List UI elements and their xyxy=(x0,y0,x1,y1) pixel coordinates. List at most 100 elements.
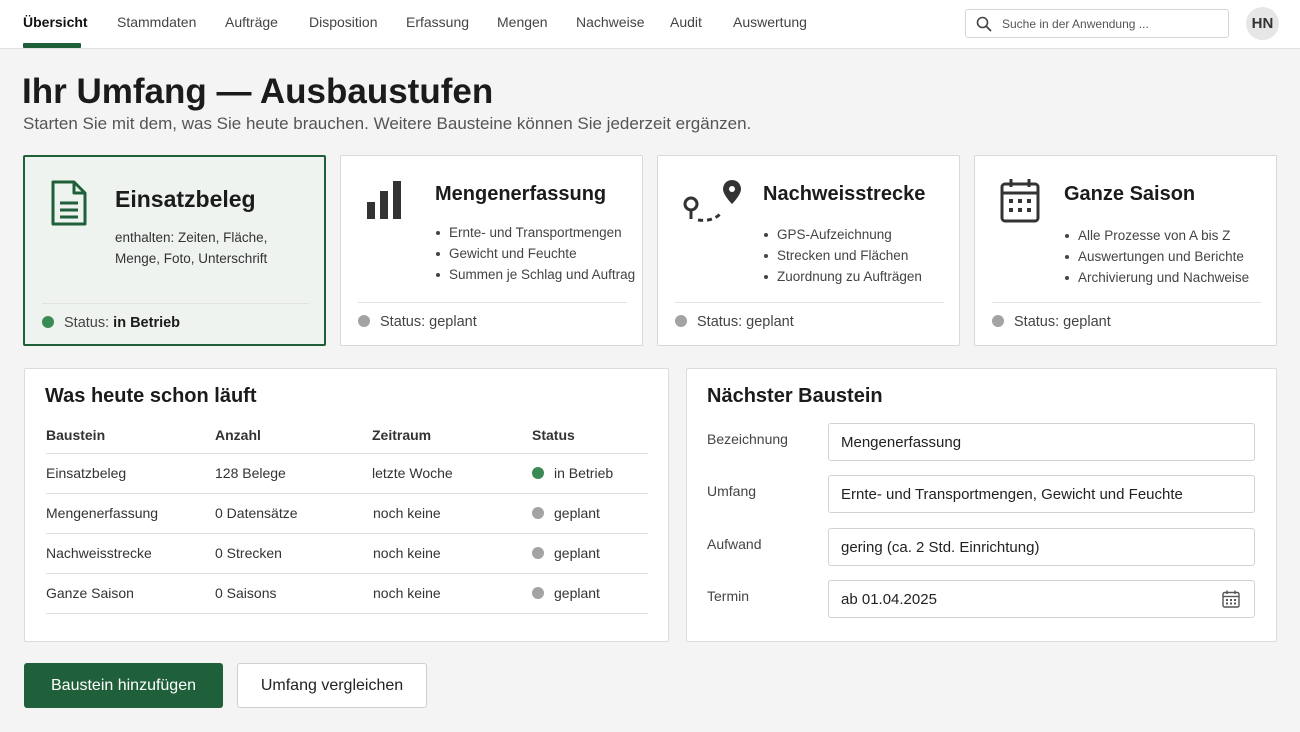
card-feature-list: Alle Prozesse von A bis Z Auswertungen u… xyxy=(1064,225,1249,288)
list-item: Alle Prozesse von A bis Z xyxy=(1064,225,1249,246)
status-label: Status: xyxy=(64,315,110,331)
card-status: Status: geplant xyxy=(675,314,794,330)
field-label: Bezeichnung xyxy=(707,431,788,447)
status-value: geplant xyxy=(429,314,477,330)
card-description: enthalten: Zeiten, Fläche, Menge, Foto, … xyxy=(115,230,268,266)
column-header-anzahl: Anzahl xyxy=(215,427,261,443)
status-label: Status: xyxy=(380,314,426,330)
search-input[interactable] xyxy=(1002,14,1222,34)
list-item: Auswertungen und Berichte xyxy=(1064,246,1249,267)
card-title: Mengenerfassung xyxy=(435,183,607,205)
list-item: GPS-Aufzeichnung xyxy=(763,224,922,245)
card-title: Nachweisstrecke xyxy=(763,183,926,205)
compare-scope-button[interactable]: Umfang vergleichen xyxy=(237,663,427,708)
card-title: Ganze Saison xyxy=(1064,183,1196,205)
bar-chart-icon xyxy=(367,181,401,219)
status-value: geplant xyxy=(746,314,794,330)
panel-title: Nächster Baustein xyxy=(707,385,883,407)
form-row-umfang: Umfang xyxy=(707,475,1255,513)
next-module-panel: Nächster Baustein Bezeichnung Umfang Auf… xyxy=(686,368,1277,642)
page-title: Ihr Umfang — Ausbaustufen xyxy=(22,72,494,111)
search-box[interactable] xyxy=(965,9,1229,38)
status-text: in Betrieb xyxy=(554,465,614,481)
list-item: Ernte- und Transportmengen xyxy=(435,222,635,243)
status-dot xyxy=(532,507,544,519)
card-divider xyxy=(42,303,309,304)
page-subtitle: Starten Sie mit dem, was Sie heute brauc… xyxy=(23,114,752,133)
column-header-zeitraum: Zeitraum xyxy=(372,427,432,443)
field-label: Aufwand xyxy=(707,536,762,552)
status-dot xyxy=(532,467,544,479)
field-label: Umfang xyxy=(707,483,757,499)
list-item: Gewicht und Feuchte xyxy=(435,243,635,264)
nav-tab-mengen[interactable]: Mengen xyxy=(497,14,548,30)
card-divider xyxy=(992,302,1261,303)
nav-tab-auswertung[interactable]: Auswertung xyxy=(733,14,807,30)
card-title: Einsatzbeleg xyxy=(115,186,256,212)
top-navigation: Übersicht Stammdaten Aufträge Dispositio… xyxy=(0,0,1300,49)
cell-status: geplant xyxy=(532,545,600,561)
nav-tab-audit[interactable]: Audit xyxy=(670,14,702,30)
cell-baustein: Ganze Saison xyxy=(46,585,134,601)
card-divider xyxy=(675,302,944,303)
module-card-mengenerfassung[interactable]: Mengenerfassung Ernte- und Transportmeng… xyxy=(340,155,643,346)
termin-field[interactable] xyxy=(828,580,1255,618)
nav-tab-nachweise[interactable]: Nachweise xyxy=(576,14,644,30)
add-module-button[interactable]: Baustein hinzufügen xyxy=(24,663,223,708)
card-status: Status: geplant xyxy=(358,314,477,330)
table-row[interactable]: Einsatzbeleg 128 Belege letzte Woche in … xyxy=(46,454,648,494)
calendar-picker-icon[interactable] xyxy=(1221,589,1241,609)
module-card-ganze-saison[interactable]: Ganze Saison Alle Prozesse von A bis Z A… xyxy=(974,155,1277,346)
form-row-termin: Termin xyxy=(707,580,1255,618)
cell-anzahl: 128 Belege xyxy=(215,465,286,481)
list-item: Archivierung und Nachweise xyxy=(1064,267,1249,288)
status-label: Status: xyxy=(697,314,743,330)
column-header-status: Status xyxy=(532,427,575,443)
card-status: Status: geplant xyxy=(992,314,1111,330)
modules-table: Baustein Anzahl Zeitraum Status Einsatzb… xyxy=(46,419,648,614)
list-item: Summen je Schlag und Auftrag xyxy=(435,264,635,285)
user-avatar[interactable]: HN xyxy=(1246,7,1279,40)
status-dot xyxy=(358,315,370,327)
nav-tab-auftraege[interactable]: Aufträge xyxy=(225,14,278,30)
status-dot xyxy=(992,315,1004,327)
module-card-nachweisstrecke[interactable]: Nachweisstrecke GPS-Aufzeichnung Strecke… xyxy=(657,155,960,346)
cell-status: geplant xyxy=(532,505,600,521)
nav-tab-disposition[interactable]: Disposition xyxy=(309,14,377,30)
cell-status: geplant xyxy=(532,585,600,601)
nav-tab-erfassung[interactable]: Erfassung xyxy=(406,14,469,30)
nav-tab-stammdaten[interactable]: Stammdaten xyxy=(117,14,196,30)
table-row[interactable]: Nachweisstrecke 0 Strecken noch keine ge… xyxy=(46,534,648,574)
umfang-field[interactable] xyxy=(828,475,1255,513)
search-icon xyxy=(976,16,992,32)
status-value: in Betrieb xyxy=(113,315,181,331)
cell-anzahl: 0 Datensätze xyxy=(215,505,298,521)
nav-tab-uebersicht[interactable]: Übersicht xyxy=(23,14,88,30)
cell-status: in Betrieb xyxy=(532,465,613,481)
table-row[interactable]: Mengenerfassung 0 Datensätze noch keine … xyxy=(46,494,648,534)
bezeichnung-field[interactable] xyxy=(828,423,1255,461)
list-item: Strecken und Flächen xyxy=(763,245,922,266)
list-item: Zuordnung zu Aufträgen xyxy=(763,266,922,287)
table-row[interactable]: Ganze Saison 0 Saisons noch keine geplan… xyxy=(46,574,648,614)
module-card-einsatzbeleg[interactable]: Einsatzbeleg enthalten: Zeiten, Fläche, … xyxy=(23,155,326,346)
column-header-baustein: Baustein xyxy=(46,427,106,443)
table-header-row: Baustein Anzahl Zeitraum Status xyxy=(46,419,648,454)
status-dot xyxy=(532,547,544,559)
card-status: Status: in Betrieb xyxy=(42,315,180,331)
status-text: geplant xyxy=(554,505,600,521)
running-modules-panel: Was heute schon läuft Baustein Anzahl Ze… xyxy=(24,368,669,642)
card-feature-list: GPS-Aufzeichnung Strecken und Flächen Zu… xyxy=(763,224,922,287)
cell-zeitraum: letzte Woche xyxy=(372,465,453,481)
cell-baustein: Nachweisstrecke xyxy=(46,545,152,561)
field-label: Termin xyxy=(707,588,750,604)
route-pin-icon xyxy=(683,180,741,222)
calendar-icon xyxy=(1000,179,1040,223)
active-tab-indicator xyxy=(23,43,81,48)
status-text: geplant xyxy=(554,545,600,561)
cell-baustein: Mengenerfassung xyxy=(46,505,159,521)
aufwand-field[interactable] xyxy=(828,528,1255,566)
status-value: geplant xyxy=(1063,314,1111,330)
cell-baustein: Einsatzbeleg xyxy=(46,465,127,481)
document-icon xyxy=(51,180,87,226)
